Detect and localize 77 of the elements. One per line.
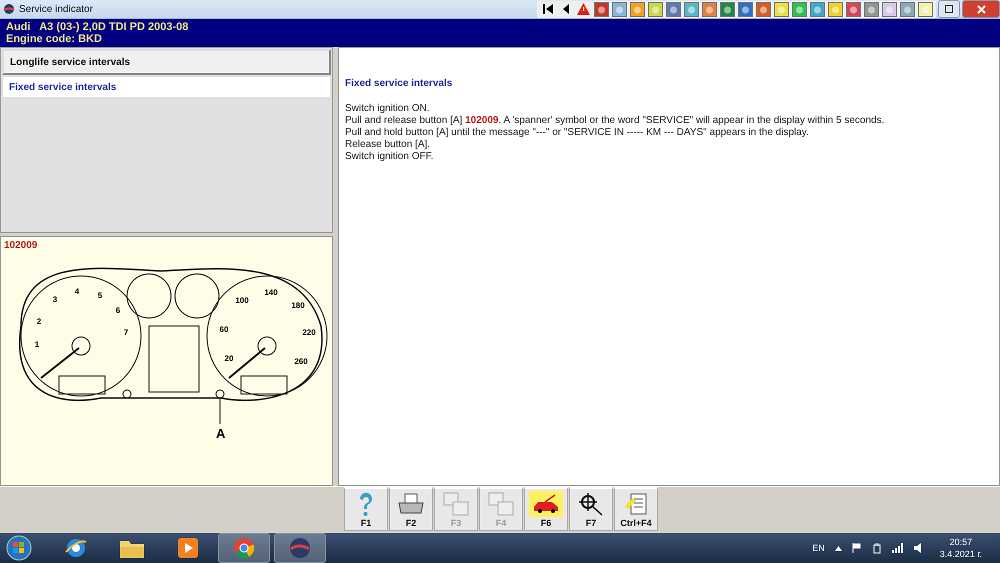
list-item[interactable]: Fixed service intervals (3, 77, 330, 97)
e-browser-icon[interactable] (64, 536, 88, 560)
dial-number: 140 (264, 288, 278, 297)
tool-icon[interactable] (666, 2, 681, 16)
clock[interactable]: 20:57 3.4.2021 г. (940, 536, 982, 560)
tool-icon[interactable] (612, 2, 627, 16)
speaker-icon[interactable] (914, 543, 924, 553)
dial-number: 7 (124, 328, 128, 337)
function-key-button[interactable]: Ctrl+F4 (614, 487, 658, 531)
tool-icon[interactable] (900, 2, 915, 16)
tool-icon[interactable] (648, 2, 663, 16)
car-icon (531, 493, 561, 515)
show-hidden-icons-icon[interactable] (834, 546, 842, 550)
tool-icon[interactable] (774, 2, 789, 16)
pictures-icon (443, 492, 469, 516)
tool-icon[interactable] (792, 2, 807, 16)
instruction-line: Switch ignition OFF. (345, 151, 434, 163)
printer-icon (397, 493, 425, 515)
restore-icon (945, 5, 953, 13)
tool-icon[interactable] (630, 2, 645, 16)
dial-number: 260 (294, 357, 308, 366)
dial-number: 5 (98, 291, 102, 300)
skip-first-icon[interactable] (542, 3, 554, 15)
document-icon (624, 492, 648, 516)
media-player-icon[interactable] (177, 537, 199, 559)
dial-number: 20 (224, 354, 234, 363)
instruction-line: Release button [A]. (345, 139, 432, 151)
tool-icon[interactable] (828, 2, 843, 16)
dial-number: 60 (220, 325, 228, 334)
tool-icon[interactable] (720, 2, 735, 16)
tool-icon[interactable] (846, 2, 861, 16)
tool-icon[interactable] (738, 2, 753, 16)
magnifier-icon (577, 492, 605, 516)
function-key-button[interactable]: F7 (569, 487, 613, 531)
close-icon (976, 4, 986, 14)
tool-icon[interactable] (684, 2, 699, 16)
callout-label: A (216, 426, 226, 441)
function-key-button[interactable]: F2 (389, 487, 433, 531)
tool-icon[interactable] (810, 2, 825, 16)
start-button[interactable] (4, 534, 34, 562)
dial-number: 4 (74, 287, 80, 296)
language-indicator[interactable]: EN (812, 543, 825, 553)
instruction-line: Pull and hold button [A] until the message "---" or "SERVICE IN ----- KM --- DAYS" appears in the display. (345, 127, 810, 139)
content-heading: Fixed service intervals (345, 78, 454, 89)
tool-icon[interactable] (594, 2, 609, 16)
back-icon[interactable] (560, 3, 570, 15)
chrome-icon[interactable] (232, 536, 256, 560)
instruction-line: Pull and release button [A] 102009. A 'spanner' symbol or the word "SERVICE" will appear in the display within 5 seconds. (345, 115, 886, 127)
tool-icon[interactable] (756, 2, 771, 16)
tool-icon[interactable] (918, 2, 933, 16)
dial-number: 220 (302, 328, 316, 337)
close-button[interactable] (962, 0, 1000, 18)
dial-number: 6 (116, 306, 120, 315)
tool-icon[interactable] (882, 2, 897, 16)
flag-icon[interactable] (852, 543, 862, 553)
dial-number: 180 (291, 301, 305, 310)
app-disc-icon[interactable] (288, 536, 312, 560)
tool-icon[interactable] (864, 2, 879, 16)
restore-button[interactable] (938, 0, 960, 18)
window-title: Service indicator (19, 4, 93, 14)
instruction-line: Switch ignition ON. (345, 103, 430, 115)
function-key-button[interactable]: F1 (344, 487, 388, 531)
app-logo-icon (3, 3, 15, 15)
dial-number: 2 (36, 317, 42, 326)
list-item[interactable]: Longlife service intervals (2, 49, 331, 75)
vehicle-model: Audi A3 (03-) 2,0D TDI PD 2003-08 (6, 21, 190, 33)
dial-number: 100 (235, 296, 249, 305)
dial-number: 1 (34, 340, 40, 349)
warning-icon[interactable] (576, 2, 591, 16)
dial-number: 3 (52, 295, 58, 304)
pictures-icon (488, 492, 514, 516)
function-key-button[interactable]: F6 (524, 487, 568, 531)
signal-icon[interactable] (892, 543, 904, 553)
figure-caption: 102009 (4, 240, 38, 251)
tool-icon[interactable] (702, 2, 717, 16)
engine-code: Engine code: BKD (6, 33, 103, 45)
power-icon[interactable] (872, 542, 882, 554)
